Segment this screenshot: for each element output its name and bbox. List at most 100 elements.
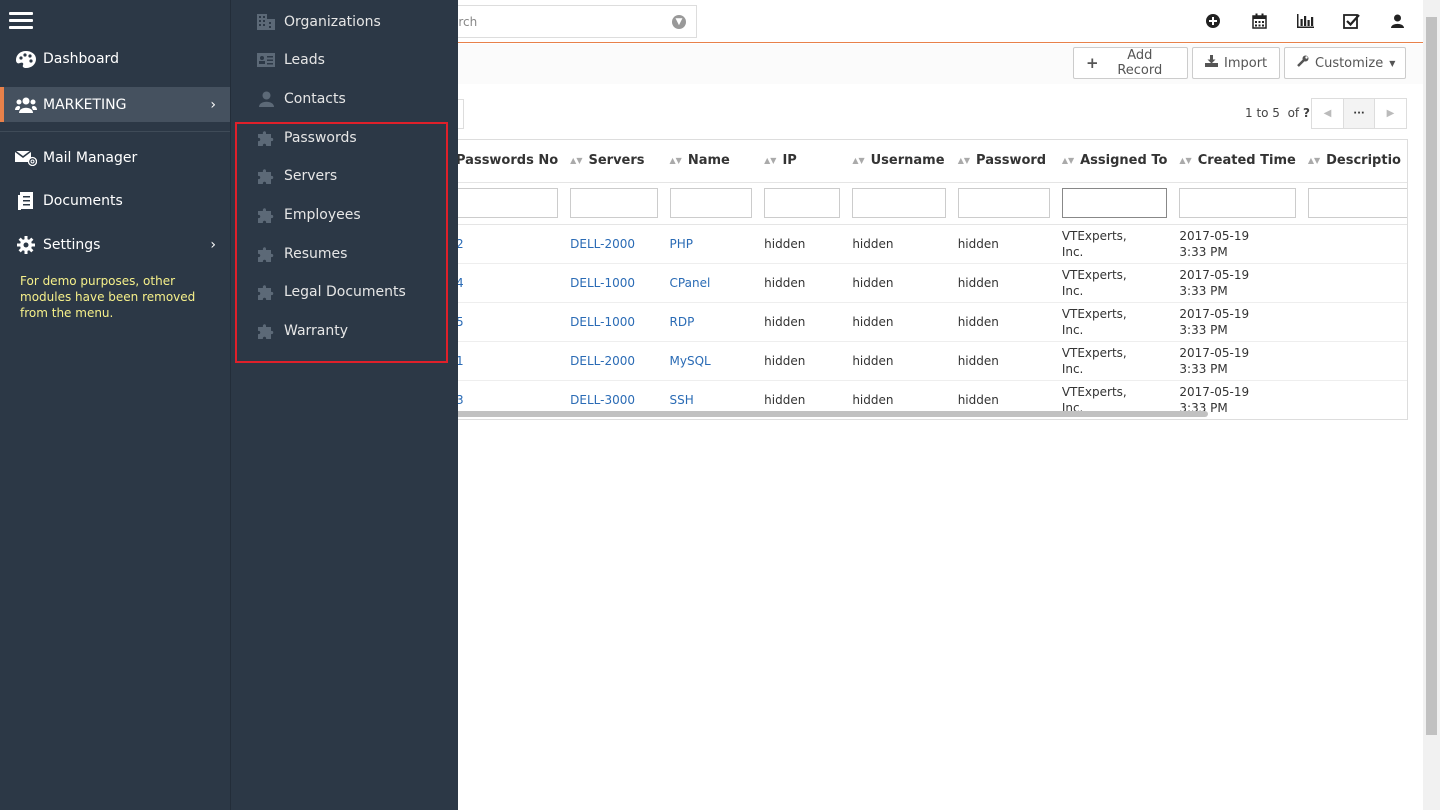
records-table: Passwords No ▲▼ Servers ▲▼ Name ▲▼ IP ▲▼ Use… bbox=[440, 139, 1408, 420]
cell-name[interactable]: CPanel bbox=[663, 263, 759, 303]
sort-icon: ▲▼ bbox=[1061, 156, 1075, 166]
table-row[interactable]: 5 DELL-1000 RDP hidden hidden hidden VTExperts… bbox=[440, 302, 1407, 342]
sort-icon: ▲▼ bbox=[852, 156, 865, 166]
pagination-info: 1 to 5 of ? bbox=[1245, 106, 1310, 120]
sidebar-item-settings[interactable]: Settings › bbox=[0, 228, 230, 262]
cell-username: hidden bbox=[846, 263, 952, 303]
plus-circle-icon[interactable] bbox=[1203, 11, 1223, 31]
ellipsis-icon: ··· bbox=[1353, 108, 1365, 119]
page-jump-button[interactable]: ··· bbox=[1343, 98, 1375, 129]
cell-description bbox=[1301, 341, 1407, 381]
chevron-down-icon[interactable]: ▼ bbox=[672, 15, 686, 29]
cell-password: hidden bbox=[951, 224, 1056, 264]
filter-input-assigned-to[interactable] bbox=[1061, 188, 1168, 218]
submenu-item-leads[interactable]: Leads bbox=[231, 43, 459, 77]
cell-name[interactable]: RDP bbox=[663, 302, 759, 342]
horizontal-scrollbar[interactable] bbox=[440, 411, 1208, 417]
chevron-right-icon: › bbox=[210, 237, 216, 253]
cell-description bbox=[1301, 263, 1407, 303]
sidebar-item-documents[interactable]: Documents bbox=[0, 184, 230, 218]
search-box[interactable]: ▼ bbox=[440, 5, 697, 38]
cell-assigned-to: VTExperts, Inc. bbox=[1055, 263, 1174, 303]
filter-input-passwords-no[interactable] bbox=[446, 188, 559, 218]
filter-input-created-time[interactable] bbox=[1179, 188, 1296, 218]
sidebar-item-dashboard[interactable]: Dashboard bbox=[0, 42, 230, 76]
cell-ip: hidden bbox=[758, 302, 847, 342]
add-record-button[interactable]: + Add Record bbox=[1073, 47, 1188, 79]
filter-input-servers[interactable] bbox=[570, 188, 658, 218]
cell-name[interactable]: PHP bbox=[663, 224, 759, 264]
cell-description bbox=[1301, 302, 1407, 342]
id-card-icon bbox=[257, 51, 275, 69]
highlight-box bbox=[235, 122, 448, 363]
caret-left-icon: ◀ bbox=[1323, 108, 1332, 119]
chevron-right-icon: › bbox=[210, 96, 216, 113]
plus-icon: + bbox=[1086, 54, 1099, 72]
cell-ip: hidden bbox=[758, 224, 847, 264]
cell-password: hidden bbox=[951, 263, 1056, 303]
demo-note: For demo purposes, other modules have be… bbox=[20, 274, 196, 320]
filter-input-name[interactable] bbox=[669, 188, 753, 218]
customize-button[interactable]: Customize ▼ bbox=[1284, 47, 1406, 79]
palette-icon bbox=[15, 50, 37, 68]
filter-input-username[interactable] bbox=[852, 188, 946, 218]
column-header-servers[interactable]: ▲▼ Servers bbox=[564, 140, 664, 183]
table-row[interactable]: 2 DELL-2000 PHP hidden hidden hidden VTExperts… bbox=[440, 224, 1407, 264]
cell-servers[interactable]: DELL-2000 bbox=[564, 341, 664, 381]
calendar-icon[interactable] bbox=[1249, 11, 1269, 31]
cell-created-time: 2017-05-19 3:33 PM bbox=[1173, 341, 1302, 381]
column-header-username[interactable]: ▲▼ Username bbox=[846, 140, 952, 183]
previous-page-button[interactable]: ◀ bbox=[1311, 98, 1343, 129]
vertical-scrollbar-track[interactable] bbox=[1423, 0, 1440, 810]
filter-input-description[interactable] bbox=[1307, 188, 1407, 218]
column-header-assigned-to[interactable]: ▲▼ Assigned To bbox=[1055, 140, 1174, 183]
sidebar: Dashboard MARKETING › Mail Manager Docum… bbox=[0, 0, 230, 810]
wrench-icon bbox=[1297, 55, 1309, 71]
cell-username: hidden bbox=[846, 341, 952, 381]
sort-icon: ▲▼ bbox=[1307, 156, 1321, 166]
hamburger-menu-icon[interactable] bbox=[9, 12, 33, 30]
column-header-password[interactable]: ▲▼ Password bbox=[951, 140, 1056, 183]
cell-ip: hidden bbox=[758, 341, 847, 381]
sidebar-item-mail-manager[interactable]: Mail Manager bbox=[0, 141, 230, 175]
filter-input-ip[interactable] bbox=[764, 188, 841, 218]
table-row[interactable]: 1 DELL-2000 MySQL hidden hidden hidden VTExper… bbox=[440, 341, 1407, 381]
user-icon[interactable] bbox=[1387, 11, 1407, 31]
document-icon bbox=[15, 192, 37, 210]
column-header-name[interactable]: ▲▼ Name bbox=[663, 140, 759, 183]
sort-icon: ▲▼ bbox=[669, 156, 682, 166]
submenu-item-organizations[interactable]: Organizations bbox=[231, 5, 459, 39]
sort-icon: ▲▼ bbox=[1179, 156, 1192, 166]
filter-row bbox=[440, 182, 1407, 225]
cell-created-time: 2017-05-19 3:33 PM bbox=[1173, 224, 1302, 264]
sidebar-item-marketing[interactable]: MARKETING › bbox=[0, 87, 230, 122]
search-input[interactable] bbox=[441, 6, 661, 37]
cell-ip: hidden bbox=[758, 263, 847, 303]
column-header-description[interactable]: ▲▼ Descriptio bbox=[1301, 140, 1407, 183]
import-button[interactable]: Import bbox=[1192, 47, 1280, 79]
column-header-ip[interactable]: ▲▼ IP bbox=[758, 140, 847, 183]
sort-icon: ▲▼ bbox=[957, 156, 971, 166]
column-header-created-time[interactable]: ▲▼ Created Time bbox=[1173, 140, 1302, 183]
submenu-item-contacts[interactable]: Contacts bbox=[231, 82, 459, 116]
cell-password: hidden bbox=[951, 341, 1056, 381]
cell-description bbox=[1301, 380, 1407, 419]
table-row[interactable]: 4 DELL-1000 CPanel hidden hidden hidden VTExpe… bbox=[440, 263, 1407, 303]
cell-assigned-to: VTExperts, Inc. bbox=[1055, 341, 1174, 381]
cell-description bbox=[1301, 224, 1407, 264]
caret-down-icon: ▼ bbox=[1389, 58, 1396, 68]
cell-servers[interactable]: DELL-2000 bbox=[564, 224, 664, 264]
cell-servers[interactable]: DELL-1000 bbox=[564, 263, 664, 303]
cell-name[interactable]: MySQL bbox=[663, 341, 759, 381]
bar-chart-icon[interactable] bbox=[1295, 11, 1315, 31]
vertical-scrollbar-thumb[interactable] bbox=[1426, 17, 1437, 735]
checkbox-icon[interactable] bbox=[1341, 11, 1361, 31]
gear-icon bbox=[15, 236, 37, 254]
next-page-button[interactable]: ▶ bbox=[1375, 98, 1407, 129]
filter-input-password[interactable] bbox=[957, 188, 1050, 218]
cell-servers[interactable]: DELL-1000 bbox=[564, 302, 664, 342]
sort-icon: ▲▼ bbox=[764, 156, 777, 166]
cell-created-time: 2017-05-19 3:33 PM bbox=[1173, 263, 1302, 303]
top-icons bbox=[1203, 11, 1407, 31]
caret-right-icon: ▶ bbox=[1386, 108, 1395, 119]
